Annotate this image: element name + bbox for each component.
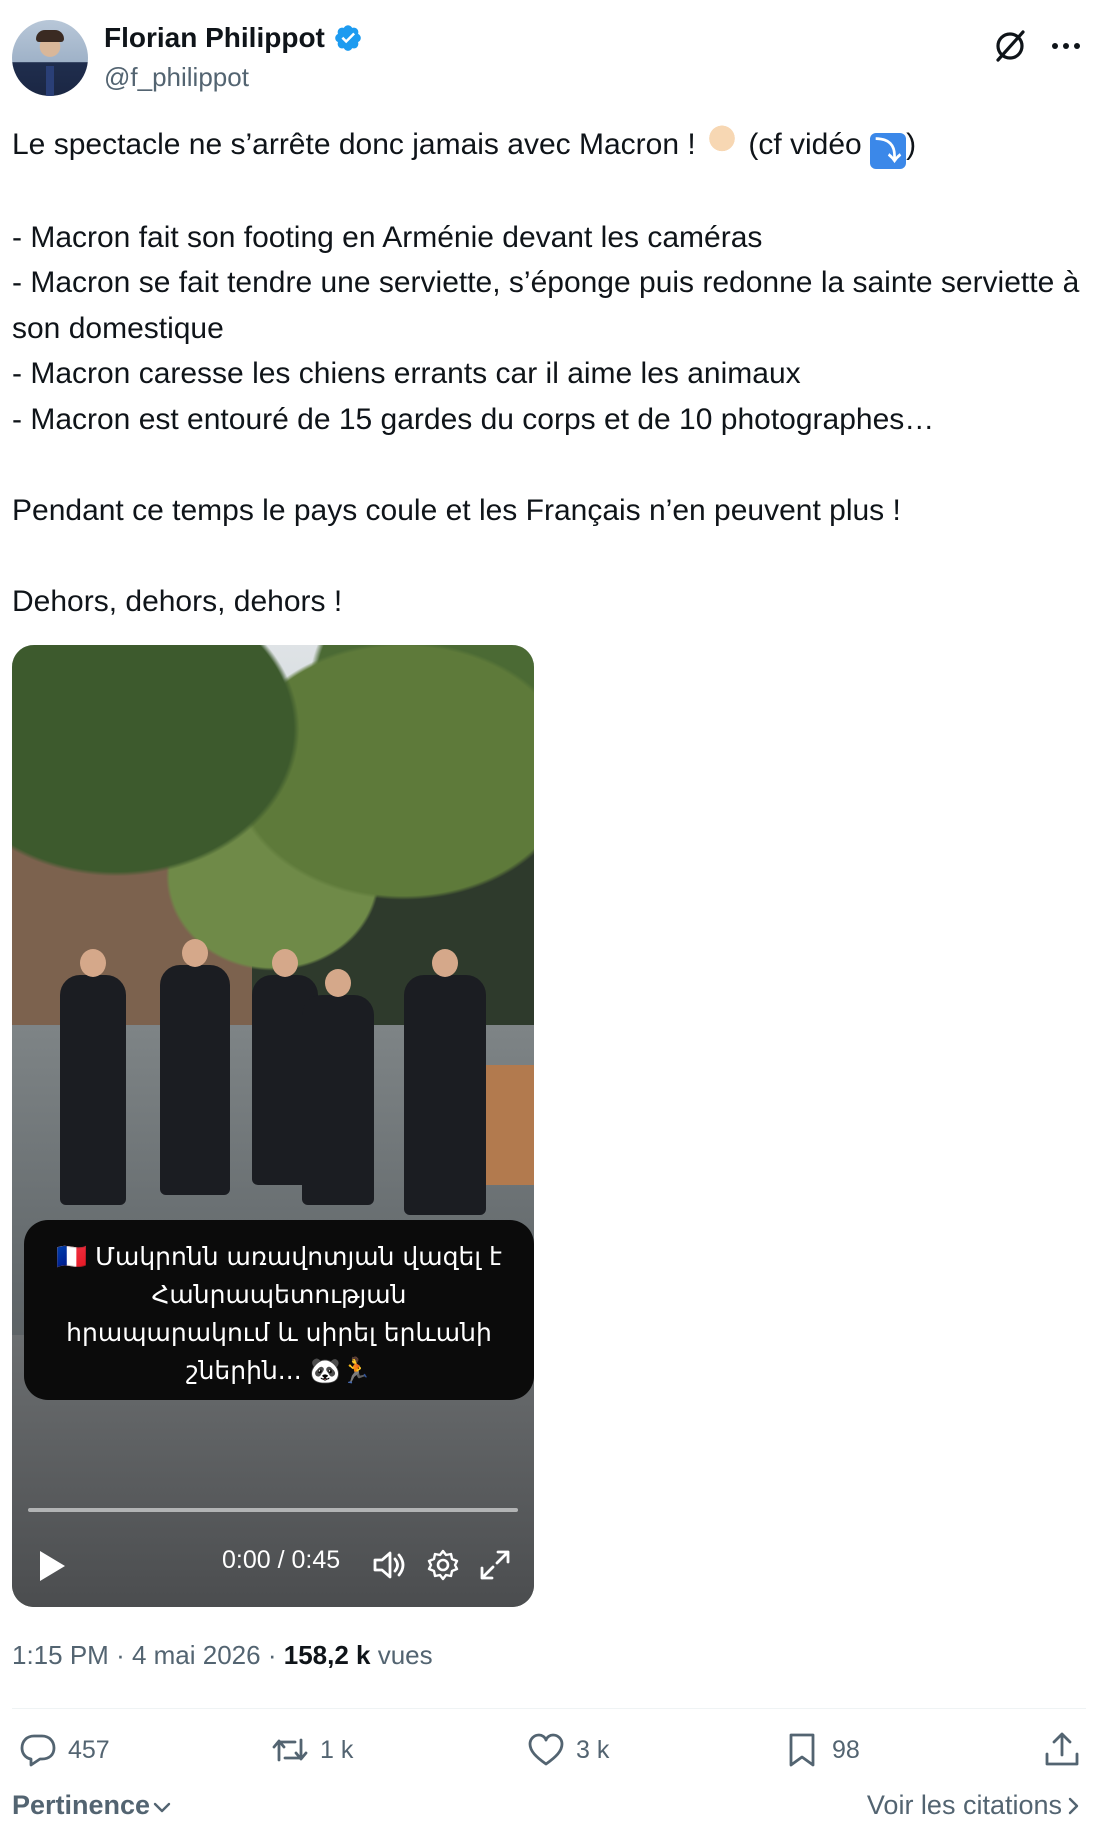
tweet-time[interactable]: 1:15 PM bbox=[12, 1640, 109, 1670]
tweet-bullet: - Macron se fait tendre une serviette, s… bbox=[12, 266, 1088, 345]
view-quotes-label: Voir les citations bbox=[866, 1790, 1062, 1820]
repost-icon bbox=[272, 1738, 308, 1762]
meta-separator: · bbox=[116, 1640, 132, 1670]
volume-icon[interactable] bbox=[372, 1548, 408, 1582]
tweet-line-1c: ) bbox=[906, 128, 917, 161]
tweet-bullet: - Macron caresse les chiens errants car … bbox=[12, 357, 801, 390]
video-caption: 🇫🇷 Մակրոնն առավոտյան վազել է Հանրապետութ… bbox=[24, 1220, 534, 1400]
tweet-bullet: - Macron est entouré de 15 gardes du cor… bbox=[12, 402, 935, 436]
view-quotes-link[interactable]: Voir les citations bbox=[867, 1790, 1084, 1821]
reply-button[interactable]: 457 bbox=[18, 1730, 110, 1770]
arrow-down-emoji-icon: ⤵ bbox=[870, 133, 907, 169]
reply-icon bbox=[20, 1734, 56, 1767]
tweet-line-1: Le spectacle ne s’arrête donc jamais ave… bbox=[12, 128, 705, 161]
avatar[interactable] bbox=[12, 20, 88, 96]
author-display-name[interactable]: Florian Philippot bbox=[104, 22, 325, 54]
chevron-down-icon bbox=[153, 1802, 171, 1813]
video-frame-person bbox=[60, 949, 126, 1205]
sort-label: Pertinence bbox=[12, 1790, 151, 1820]
video-frame-person bbox=[302, 969, 374, 1205]
heart-icon bbox=[528, 1733, 564, 1766]
video-time: 0:00 / 0:45 bbox=[222, 1546, 341, 1574]
repost-count: 1 k bbox=[320, 1735, 354, 1764]
video-controls: 0:00 / 0:45 bbox=[12, 1540, 534, 1600]
verified-badge-icon bbox=[335, 25, 361, 51]
more-options-icon[interactable] bbox=[1046, 28, 1086, 64]
tweet-text: Le spectacle ne s’arrête donc jamais ave… bbox=[12, 122, 1082, 624]
tweet-meta: 1:15 PM · 4 mai 2026 · 158,2 k vues bbox=[12, 1640, 433, 1671]
like-button[interactable]: 3 k bbox=[526, 1730, 609, 1770]
tweet-date[interactable]: 4 mai 2026 bbox=[132, 1640, 261, 1670]
bookmark-button[interactable]: 98 bbox=[782, 1730, 860, 1770]
tweet-line-1b: (cf vidéo bbox=[740, 128, 871, 161]
video-frame-person bbox=[404, 949, 486, 1215]
author-handle[interactable]: @f_philippot bbox=[104, 62, 249, 93]
meta-separator: · bbox=[267, 1640, 284, 1670]
share-button[interactable] bbox=[1042, 1730, 1082, 1770]
bookmark-count: 98 bbox=[832, 1735, 860, 1764]
views-label: vues bbox=[377, 1640, 433, 1670]
facepalm-emoji-icon bbox=[704, 124, 741, 160]
tweet-paragraph: Pendant ce temps le pays coule et les Fr… bbox=[12, 493, 901, 527]
chevron-right-icon bbox=[1068, 1797, 1079, 1815]
video-progress-bar[interactable] bbox=[28, 1508, 518, 1512]
settings-gear-icon[interactable] bbox=[426, 1548, 460, 1582]
bookmark-icon bbox=[789, 1733, 815, 1767]
fullscreen-icon[interactable] bbox=[478, 1548, 512, 1582]
like-count: 3 k bbox=[576, 1735, 610, 1764]
tweet-header: Florian Philippot @f_philippot bbox=[12, 20, 1086, 100]
video-frame-person bbox=[160, 939, 230, 1195]
replies-footer: Pertinence Voir les citations bbox=[12, 1790, 1086, 1826]
video-player[interactable]: 🇫🇷 Մակրոնն առավոտյան վազել է Հանրապետութ… bbox=[12, 645, 534, 1607]
sort-dropdown[interactable]: Pertinence bbox=[12, 1790, 174, 1821]
repost-button[interactable]: 1 k bbox=[270, 1730, 353, 1770]
tweet-paragraph: Dehors, dehors, dehors ! bbox=[12, 584, 343, 618]
grok-icon[interactable] bbox=[990, 26, 1030, 66]
share-icon bbox=[1045, 1732, 1079, 1766]
action-bar: 457 1 k 3 k 98 bbox=[12, 1730, 1086, 1778]
divider bbox=[12, 1708, 1086, 1709]
reply-count: 457 bbox=[68, 1735, 110, 1764]
author-name-row: Florian Philippot bbox=[104, 22, 363, 54]
play-icon[interactable] bbox=[36, 1548, 68, 1584]
views-count: 158,2 k bbox=[283, 1640, 371, 1670]
tweet-bullet: - Macron fait son footing en Arménie dev… bbox=[12, 220, 763, 254]
